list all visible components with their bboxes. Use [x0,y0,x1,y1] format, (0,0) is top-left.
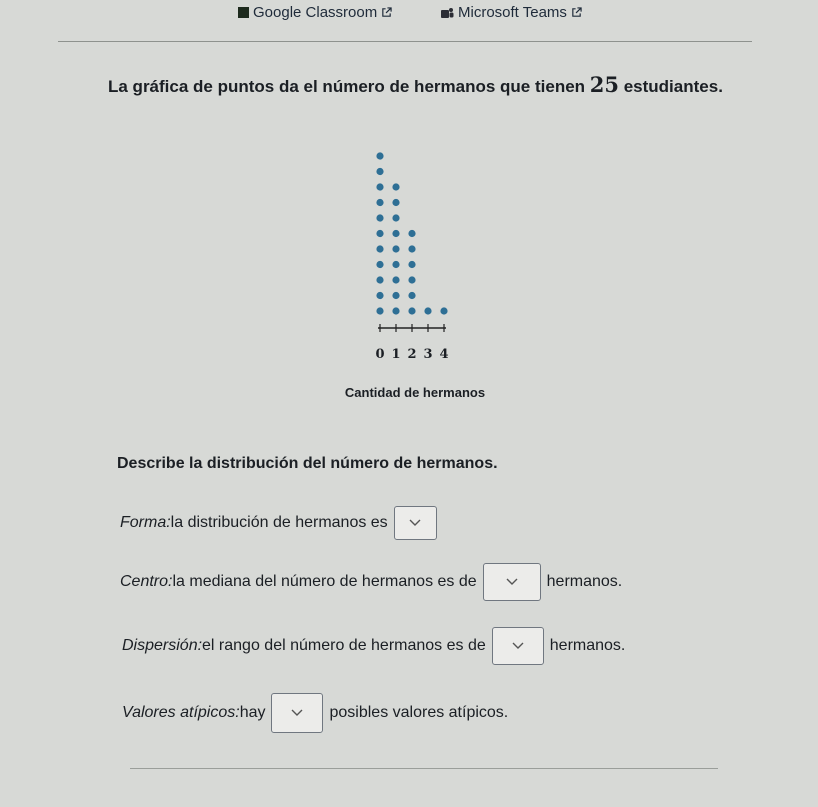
forma-label: Forma: [120,514,171,531]
dispersion-label: Dispersión: [122,637,203,654]
data-dot [376,167,384,176]
intro-text: La gráfica de puntos da el número de her… [108,72,723,97]
intro-text-before: La gráfica de puntos da el número de her… [108,77,590,96]
data-dot [376,291,384,300]
chevron-down-icon [512,642,524,649]
dispersion-text: el rango del número de hermanos es de [202,637,486,654]
data-dot [376,152,384,160]
data-dot [392,229,400,238]
microsoft-teams-link[interactable]: Microsoft Teams [440,4,582,21]
atipicos-dropdown[interactable] [271,693,324,733]
dispersion-dropdown[interactable] [491,627,544,665]
data-dot [408,229,416,238]
data-dot [392,245,400,253]
chevron-down-icon [291,709,303,716]
dot-plot: 01234 [375,152,449,362]
centro-text: la mediana del número de hermanos es de [172,573,477,590]
x-tick-label: 1 [391,347,400,362]
atipicos-row: Valores atípicos: hay posibles valores a… [122,693,508,733]
google-classroom-icon [238,7,249,18]
chevron-down-icon [506,578,518,585]
external-link-icon [382,7,392,17]
data-dot [440,307,448,315]
data-dot [424,307,432,315]
microsoft-teams-label: Microsoft Teams [458,4,567,21]
atipicos-label: Valores atípicos: [122,704,240,721]
data-dot [392,276,400,284]
microsoft-teams-icon [441,7,454,18]
data-dot [408,260,416,269]
data-dot [392,198,400,207]
x-tick-label: 3 [423,347,432,362]
intro-text-after: estudiantes. [619,77,723,96]
centro-row: Centro: la mediana del número de hermano… [120,563,622,601]
data-dot [408,307,416,315]
data-dot [392,214,400,222]
data-dot [376,198,384,207]
x-tick-label: 0 [375,347,384,362]
google-classroom-link[interactable]: Google Classroom [238,4,392,21]
data-dot [376,260,384,269]
dispersion-after-text: hermanos. [549,637,626,654]
chevron-down-icon [409,519,421,526]
google-classroom-label: Google Classroom [253,4,378,21]
data-dot [392,260,400,269]
data-dot [376,245,384,253]
dispersion-row: Dispersión: el rango del número de herma… [122,627,625,665]
forma-row: Forma: la distribución de hermanos es [120,506,443,540]
data-dot [392,307,400,315]
data-dot [376,229,384,238]
divider-top [58,41,752,42]
data-dot [408,276,416,284]
data-dot [376,183,384,191]
atipicos-text: hay [239,704,266,721]
x-axis-title: Cantidad de hermanos [344,385,486,400]
data-dot [392,183,400,191]
data-dot [376,214,384,222]
x-tick-label: 4 [439,347,448,362]
divider-bottom [130,768,718,769]
data-dot [408,245,416,253]
centro-label: Centro: [120,573,173,590]
student-count: 25 [589,72,619,97]
data-dot [408,291,416,300]
atipicos-after-text: posibles valores atípicos. [329,704,509,721]
x-tick-label: 2 [407,347,416,362]
top-links-bar: Google Classroom Microsoft Teams [0,0,818,26]
forma-dropdown[interactable] [393,506,437,540]
question-text: Describe la distribución del número de h… [117,455,498,472]
data-dot [392,291,400,300]
data-dot [376,307,384,315]
centro-after-text: hermanos. [546,573,623,590]
external-link-icon [572,7,582,17]
forma-text: la distribución de hermanos es [170,514,388,531]
data-dot [376,276,384,284]
centro-dropdown[interactable] [482,563,541,601]
